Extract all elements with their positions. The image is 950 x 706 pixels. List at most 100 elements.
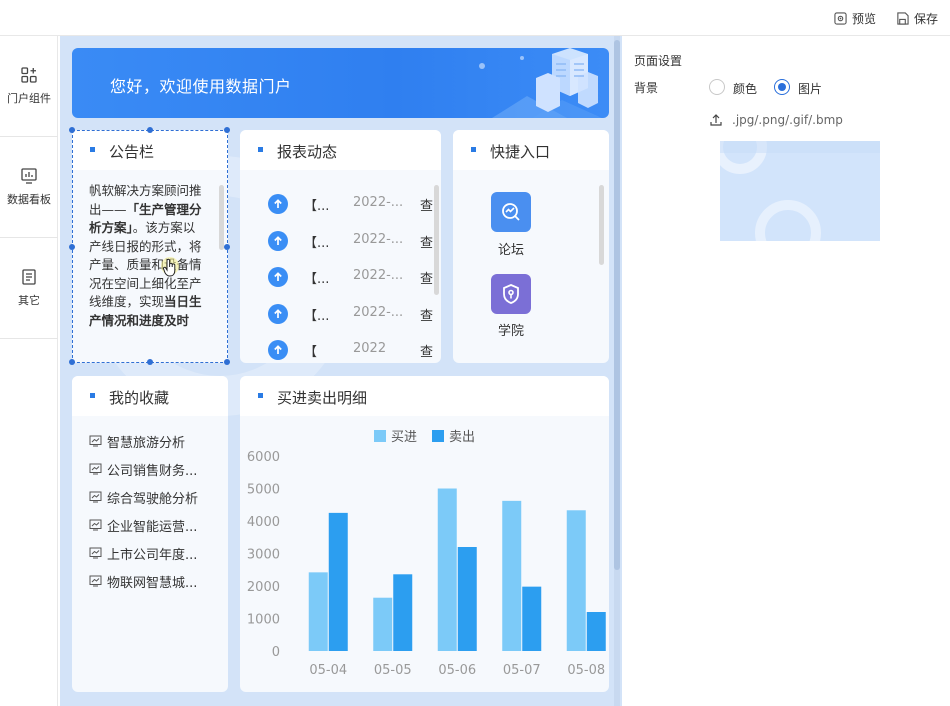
quick-entry-label[interactable]: 学院 xyxy=(453,320,569,339)
welcome-banner[interactable]: 您好，欢迎使用数据门户 xyxy=(72,48,609,118)
x-tick-label: 05-08 xyxy=(567,663,605,678)
y-tick-label: 2000 xyxy=(247,580,280,595)
report-chart-icon xyxy=(89,435,102,447)
radio-image-label[interactable]: 图片 xyxy=(798,80,822,97)
report-item[interactable]: 【... 2022-... 查 xyxy=(240,229,441,253)
report-item[interactable]: 【... 2022-... 查 xyxy=(240,192,441,216)
canvas-scrollbar-thumb[interactable] xyxy=(614,40,620,570)
report-title[interactable]: 【... xyxy=(304,305,329,324)
favorite-label[interactable]: 综合驾驶舱分析 xyxy=(107,488,198,507)
background-image-preview[interactable] xyxy=(720,141,880,241)
legend-label: 卖出 xyxy=(449,430,475,445)
upload-image-button[interactable]: .jpg/.png/.gif/.bmp xyxy=(710,113,843,127)
radio-color[interactable] xyxy=(709,79,725,95)
x-tick-label: 05-06 xyxy=(438,663,476,678)
favorite-item[interactable]: 公司销售财务... xyxy=(89,459,197,479)
favorite-item[interactable]: 企业智能运营... xyxy=(89,515,197,535)
preview-thumbnail xyxy=(720,141,880,241)
card-title: 我的收藏 xyxy=(109,389,170,407)
favorite-item[interactable]: 物联网智慧城... xyxy=(89,571,197,591)
report-chart-icon xyxy=(89,519,102,531)
preview-button[interactable]: 预览 xyxy=(834,10,876,27)
panel-title: 页面设置 xyxy=(634,54,683,68)
favorite-item[interactable]: 综合驾驶舱分析 xyxy=(89,487,198,507)
component-sidebar: 门户组件 数据看板 其它 xyxy=(0,36,58,706)
save-icon xyxy=(897,12,909,25)
card-title: 快捷入口 xyxy=(490,143,551,161)
preview-label: 预览 xyxy=(852,12,877,26)
bar-sell xyxy=(393,574,413,651)
sidebar-item-label: 其它 xyxy=(18,294,40,307)
bar-buy xyxy=(308,572,328,651)
report-title[interactable]: 【... xyxy=(304,232,329,251)
card-header: 公告栏 xyxy=(72,130,228,170)
favorite-item[interactable]: 智慧旅游分析 xyxy=(89,431,185,451)
component-grid-icon xyxy=(21,67,37,83)
y-tick-label: 0 xyxy=(272,645,280,660)
favorite-label[interactable]: 物联网智慧城... xyxy=(107,572,197,591)
top-toolbar: 预览 保存 xyxy=(0,0,950,36)
y-tick-label: 4000 xyxy=(247,515,280,530)
report-view-link[interactable]: 查 xyxy=(420,268,433,287)
card-header: 快捷入口 xyxy=(453,130,609,170)
sidebar-item-other[interactable]: 其它 xyxy=(0,238,58,339)
notice-content: 帆软解决方案顾问推出——「生产管理分析方案」。该方案以产线日报的形式，将产量、质… xyxy=(89,182,207,330)
trade-bar-chart: 买进 卖出 0 1000 2000 3000 4000 5000 6000 05-04 05-05 0… xyxy=(247,430,606,678)
background-label: 背景 xyxy=(634,81,659,95)
report-chart-icon xyxy=(89,491,102,503)
hand-cursor-icon xyxy=(161,257,179,277)
banner-welcome-text: 您好，欢迎使用数据门户 xyxy=(110,77,292,96)
report-title[interactable]: 【 xyxy=(304,341,317,360)
report-date: 2022-... xyxy=(353,268,404,283)
save-button[interactable]: 保存 xyxy=(896,10,938,27)
card-scrollbar[interactable] xyxy=(219,185,224,250)
sidebar-item-data-dashboard[interactable]: 数据看板 xyxy=(0,137,58,238)
report-updates-card[interactable]: 报表动态 【... 2022-... 查【... 2022-... 查【... 2022-… xyxy=(240,130,441,363)
upload-hint: .jpg/.png/.gif/.bmp xyxy=(732,113,843,127)
report-title[interactable]: 【... xyxy=(304,268,329,287)
y-tick-label: 5000 xyxy=(247,483,280,498)
report-item[interactable]: 【... 2022-... 查 xyxy=(240,265,441,289)
favorite-label[interactable]: 公司销售财务... xyxy=(107,460,197,479)
radio-color-label[interactable]: 颜色 xyxy=(733,80,757,97)
notice-card[interactable]: 公告栏 帆软解决方案顾问推出——「生产管理分析方案」。该方案以产线日报的形式，将… xyxy=(72,130,228,363)
quick-entry-card[interactable]: 快捷入口 论坛 学院 xyxy=(453,130,609,363)
report-view-link[interactable]: 查 xyxy=(420,195,433,214)
favorite-item[interactable]: 上市公司年度... xyxy=(89,543,197,563)
report-title[interactable]: 【... xyxy=(304,195,329,214)
report-item[interactable]: 【... 2022-... 查 xyxy=(240,302,441,326)
bar-buy xyxy=(373,597,393,651)
card-scrollbar[interactable] xyxy=(434,185,439,295)
report-view-link[interactable]: 查 xyxy=(420,341,433,360)
bar-sell xyxy=(328,512,348,651)
trade-detail-chart-card[interactable]: 买进卖出明细 买进 卖出 0 1000 2000 3000 4000 5000 6000 05-0… xyxy=(240,376,609,692)
radio-image[interactable] xyxy=(774,79,790,95)
bar-sell xyxy=(586,612,606,651)
legend-swatch xyxy=(374,430,386,442)
sidebar-item-portal-components[interactable]: 门户组件 xyxy=(0,36,58,137)
report-date: 2022-... xyxy=(353,195,404,210)
card-title: 报表动态 xyxy=(277,143,338,161)
report-view-link[interactable]: 查 xyxy=(420,305,433,324)
forum-chart-icon[interactable] xyxy=(491,192,531,232)
favorite-label[interactable]: 上市公司年度... xyxy=(107,544,197,563)
academy-shield-icon[interactable] xyxy=(491,274,531,314)
report-view-link[interactable]: 查 xyxy=(420,232,433,251)
sidebar-item-label: 门户组件 xyxy=(7,92,51,105)
bar-buy xyxy=(566,510,586,651)
report-item[interactable]: 【 2022 查 xyxy=(240,338,441,362)
report-date: 2022-... xyxy=(353,304,404,320)
card-scrollbar[interactable] xyxy=(599,185,604,265)
city-building-illustration xyxy=(479,48,602,118)
card-header: 我的收藏 xyxy=(72,376,228,416)
arrow-up-icon xyxy=(268,303,288,324)
favorites-card[interactable]: 我的收藏 智慧旅游分析 公司销售财务... 综合驾驶舱分析 企业智能运营... 上市公司… xyxy=(72,376,228,692)
sidebar-item-label: 数据看板 xyxy=(7,193,51,206)
favorite-label[interactable]: 企业智能运营... xyxy=(107,516,197,535)
report-chart-icon xyxy=(89,463,102,475)
quick-entry-label[interactable]: 论坛 xyxy=(453,239,569,258)
favorite-label[interactable]: 智慧旅游分析 xyxy=(107,432,185,451)
page-settings-panel: 页面设置 背景 颜色 图片 .jpg/.png/.gif/.bmp xyxy=(622,36,950,706)
dashboard-chart-icon xyxy=(21,168,37,184)
save-label: 保存 xyxy=(914,12,939,26)
